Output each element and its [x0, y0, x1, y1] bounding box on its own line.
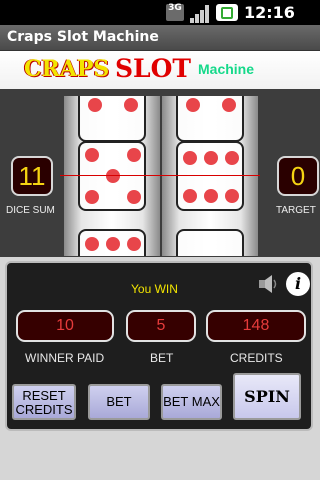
die-bottom-right	[176, 229, 244, 256]
banner-craps: CRAPS	[24, 56, 110, 82]
signal-strength-icon	[190, 3, 212, 23]
reset-credits-line2: CREDITS	[15, 402, 73, 417]
result-message: You WIN	[131, 282, 178, 296]
reel-left	[64, 96, 160, 256]
dice-sum-label: DICE SUM	[6, 205, 55, 216]
reel-right	[162, 96, 258, 256]
credits-label: CREDITS	[230, 351, 283, 365]
info-icon[interactable]: i	[286, 272, 310, 296]
speaker-icon[interactable]	[256, 272, 280, 296]
die-bottom-left	[78, 229, 146, 256]
bet-button[interactable]: BET	[88, 384, 150, 420]
network-3g-icon: 3G	[166, 4, 184, 21]
status-bar: 3G 12:16 PM	[0, 0, 320, 41]
target-display: 0	[277, 156, 319, 196]
banner: CRAPS SLOT Machine	[0, 51, 320, 89]
banner-slot: SLOT	[115, 54, 192, 83]
target-label: TARGET	[276, 205, 316, 216]
die-middle-left	[78, 141, 146, 211]
winner-paid-display: 10	[16, 310, 114, 342]
banner-machine: Machine	[198, 61, 255, 77]
app-title: Craps Slot Machine	[7, 29, 159, 45]
payline	[60, 175, 260, 176]
reset-credits-button[interactable]: RESET CREDITS	[12, 384, 76, 420]
die-top-right	[176, 96, 244, 142]
reset-credits-line1: RESET	[22, 388, 66, 403]
spin-button[interactable]: SPIN	[233, 373, 301, 420]
dice-sum-display: 11	[11, 156, 53, 196]
bet-label: BET	[150, 351, 174, 365]
die-top-left	[78, 96, 146, 142]
bet-max-button[interactable]: BET MAX	[161, 384, 222, 420]
die-middle-right	[176, 141, 244, 211]
winner-paid-label: WINNER PAID	[25, 351, 105, 365]
bet-display: 5	[126, 310, 196, 342]
credits-display: 148	[206, 310, 306, 342]
app-title-bar: Craps Slot Machine	[0, 25, 320, 51]
notification-app-icon	[216, 4, 238, 21]
